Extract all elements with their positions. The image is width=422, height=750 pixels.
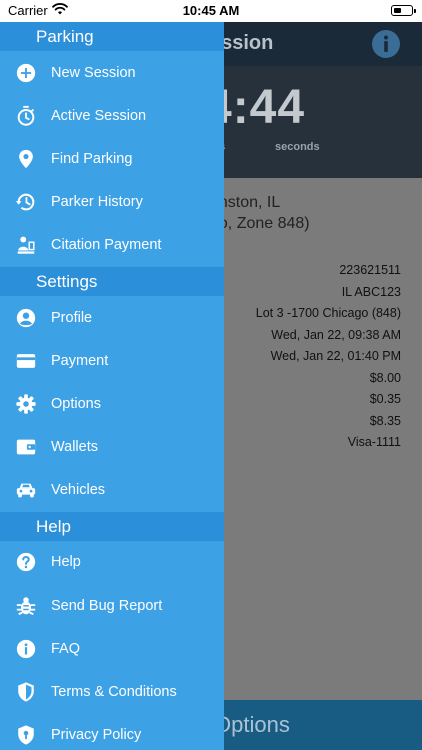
privacy-icon: [15, 724, 37, 746]
question-circle-icon: [15, 551, 37, 573]
citation-icon: [15, 234, 37, 256]
menu-item-label: Vehicles: [51, 482, 106, 499]
menu-item-help[interactable]: Help: [0, 541, 224, 584]
detail-value: Visa-1111: [347, 435, 401, 449]
menu-item-faq[interactable]: FAQ: [0, 627, 224, 670]
location-line-2: go, Zone 848): [210, 215, 310, 232]
menu-item-find-parking[interactable]: Find Parking: [0, 137, 224, 180]
menu-item-label: Help: [51, 554, 81, 571]
detail-value: Wed, Jan 22, 01:40 PM: [270, 349, 401, 363]
menu-item-label: Find Parking: [51, 150, 133, 167]
detail-value: 223621511: [339, 263, 401, 277]
shield-check-icon: [15, 681, 37, 703]
detail-value: IL ABC123: [341, 284, 401, 299]
stopwatch-icon: [15, 105, 37, 127]
menu-item-vehicles[interactable]: Vehicles: [0, 469, 224, 512]
menu-item-label: Payment: [51, 352, 109, 369]
menu-item-active-session[interactable]: Active Session: [0, 94, 224, 137]
menu-item-label: Wallets: [51, 439, 98, 456]
options-button-label: Options: [214, 712, 290, 737]
menu-item-label: Citation Payment: [51, 237, 162, 254]
side-drawer: Parking New Session Active Session Find …: [0, 22, 224, 750]
menu-item-new-session[interactable]: New Session: [0, 51, 224, 94]
timer-seconds-unit: seconds: [275, 141, 320, 153]
credit-card-icon: [15, 350, 37, 372]
section-header-parking: Parking: [0, 22, 224, 51]
section-header-help: Help: [0, 511, 224, 541]
menu-item-label: Privacy Policy: [51, 727, 142, 744]
info-circle-icon: [15, 638, 37, 660]
user-circle-icon: [15, 307, 37, 329]
menu-item-label: FAQ: [51, 640, 81, 657]
menu-item-label: Parker History: [51, 194, 143, 211]
bug-icon: [15, 595, 37, 617]
status-time: 10:45 AM: [182, 3, 240, 18]
gear-icon: [15, 393, 37, 415]
menu-item-wallets[interactable]: Wallets: [0, 426, 224, 469]
menu-item-label: Options: [51, 395, 101, 412]
menu-item-label: Active Session: [51, 107, 147, 124]
menu-item-profile[interactable]: Profile: [0, 296, 224, 339]
menu-item-label: New Session: [51, 64, 136, 81]
plus-circle-icon: [15, 62, 37, 84]
detail-value: Lot 3 -1700 Chicago (848): [255, 306, 401, 320]
menu-item-privacy-policy[interactable]: Privacy Policy: [0, 714, 224, 750]
detail-value: $8.35: [369, 413, 401, 428]
menu-item-parker-history[interactable]: Parker History: [0, 181, 224, 224]
history-icon: [15, 191, 37, 213]
menu-item-send-bug-report[interactable]: Send Bug Report: [0, 584, 224, 627]
menu-item-citation-payment[interactable]: Citation Payment: [0, 224, 224, 267]
menu-item-label: Send Bug Report: [51, 597, 163, 614]
menu-item-terms-conditions[interactable]: Terms & Conditions: [0, 670, 224, 713]
info-icon[interactable]: [371, 29, 401, 59]
detail-value: $0.35: [369, 392, 401, 406]
section-header-settings: Settings: [0, 266, 224, 296]
car-icon: [15, 479, 37, 501]
detail-values: 223621511 IL ABC123 Lot 3 -1700 Chicago …: [256, 260, 401, 454]
detail-value: $8.00: [369, 370, 401, 385]
detail-value: Wed, Jan 22, 09:38 AM: [271, 327, 401, 342]
map-pin-icon: [15, 148, 37, 170]
menu-item-options[interactable]: Options: [0, 382, 224, 425]
wallet-icon: [15, 436, 37, 458]
menu-item-label: Terms & Conditions: [51, 684, 177, 701]
battery-icon: [391, 5, 416, 16]
menu-item-label: Profile: [51, 309, 93, 326]
menu-item-payment[interactable]: Payment: [0, 339, 224, 382]
status-bar: Carrier 10:45 AM: [0, 0, 422, 22]
